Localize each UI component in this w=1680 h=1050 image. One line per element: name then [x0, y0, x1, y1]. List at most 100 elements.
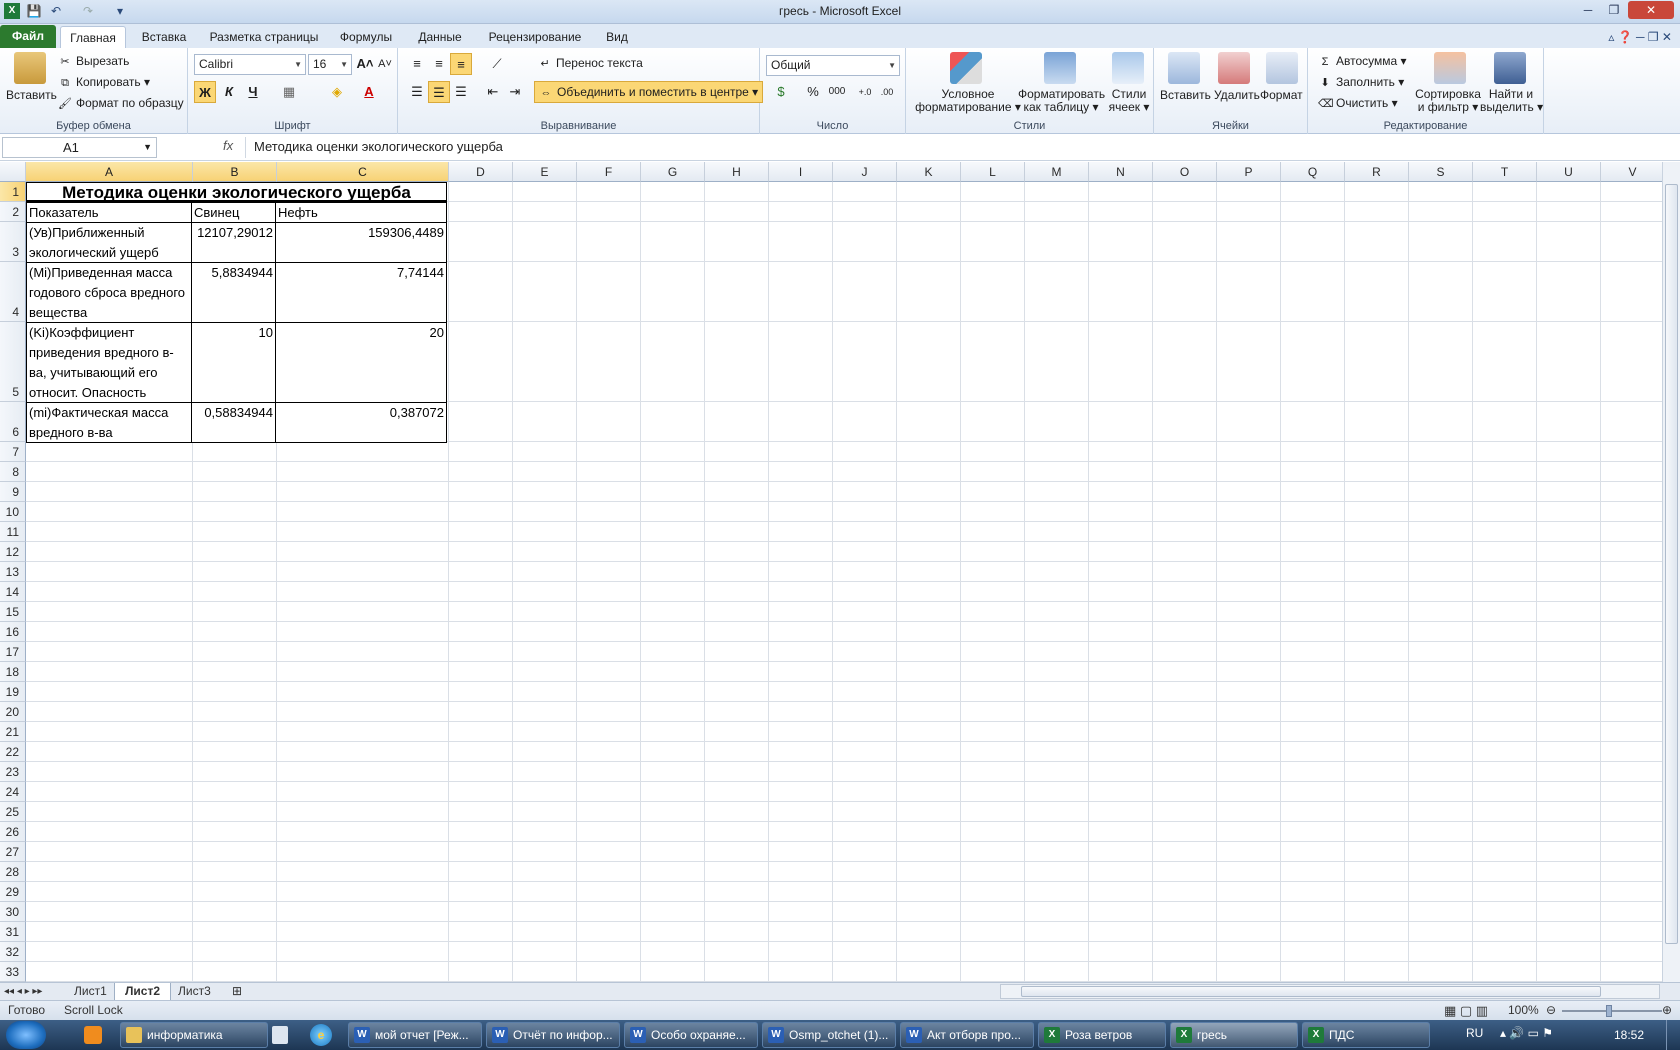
column-header[interactable]: C — [277, 162, 449, 182]
column-header[interactable]: R — [1345, 162, 1409, 182]
tab-file[interactable]: Файл — [0, 25, 56, 48]
row-header[interactable]: 23 — [0, 762, 26, 782]
insert-cells-icon[interactable] — [1168, 52, 1200, 84]
vertical-scroll-thumb[interactable] — [1665, 184, 1678, 944]
find-select-button[interactable]: Найти и выделить ▾ — [1480, 88, 1543, 114]
row-header[interactable]: 26 — [0, 822, 26, 842]
paste-icon[interactable] — [14, 52, 46, 84]
table-cell-oil[interactable]: 159306,4489 — [275, 222, 447, 263]
delete-cells-icon[interactable] — [1218, 52, 1250, 84]
column-header[interactable]: D — [449, 162, 513, 182]
show-desktop-button[interactable] — [1666, 1020, 1680, 1050]
autosum-button[interactable]: Σ Автосумма ▾ — [1318, 54, 1407, 69]
row-header[interactable]: 3 — [0, 222, 26, 262]
table-cell-oil[interactable]: 20 — [275, 322, 447, 403]
column-header[interactable]: H — [705, 162, 769, 182]
tab-insert[interactable]: Вставка — [134, 26, 194, 48]
taskbar-item-word[interactable]: Wмой отчет [Реж... — [348, 1022, 482, 1048]
cut-button[interactable]: ✂ Вырезать — [58, 54, 129, 69]
tab-review[interactable]: Рецензирование — [480, 26, 590, 48]
format-cells-button[interactable]: Формат — [1260, 88, 1303, 102]
underline-button[interactable]: Ч — [242, 81, 264, 103]
row-header[interactable]: 33 — [0, 962, 26, 982]
column-header[interactable]: I — [769, 162, 833, 182]
horizontal-scroll-thumb[interactable] — [1021, 986, 1601, 997]
insert-function-icon[interactable]: fx — [223, 138, 233, 153]
taskbar-item-word[interactable]: W Особо охраняе... — [624, 1022, 758, 1048]
taskbar-item-word[interactable]: W Акт отборв про... — [900, 1022, 1034, 1048]
table-cell-lead[interactable]: 5,8834944 — [191, 262, 276, 323]
row-header[interactable]: 30 — [0, 902, 26, 922]
column-header[interactable]: T — [1473, 162, 1537, 182]
column-header[interactable]: P — [1217, 162, 1281, 182]
zoom-level[interactable]: 100% — [1508, 1001, 1539, 1020]
zoom-out-icon[interactable]: ⊖ — [1546, 1001, 1556, 1020]
font-color-icon[interactable]: A — [358, 81, 380, 103]
column-header[interactable]: K — [897, 162, 961, 182]
tab-formulas[interactable]: Формулы — [334, 26, 398, 48]
table-row-label[interactable]: (Ув)Приближенный экологический ущерб — [26, 222, 192, 263]
borders-icon[interactable]: ▦ — [278, 81, 300, 103]
row-header[interactable]: 19 — [0, 682, 26, 702]
row-header[interactable]: 18 — [0, 662, 26, 682]
font-size-combo[interactable]: 16 ▼ — [308, 54, 352, 75]
insert-sheet-icon[interactable]: ⊞ — [228, 983, 246, 1001]
wrap-text-button[interactable]: ↵ Перенос текста — [538, 56, 642, 71]
row-header[interactable]: 32 — [0, 942, 26, 962]
title-cell[interactable]: Методика оценки экологического ущерба — [26, 182, 447, 202]
tab-view[interactable]: Вид — [598, 26, 636, 48]
percent-button[interactable]: % — [802, 81, 824, 103]
column-header[interactable]: F — [577, 162, 641, 182]
taskbar-item-excel-active[interactable]: Xгресь — [1170, 1022, 1298, 1048]
tab-data[interactable]: Данные — [410, 26, 470, 48]
sort-filter-button[interactable]: Сортировка и фильтр ▾ — [1408, 88, 1488, 114]
fill-button[interactable]: ⬇ Заполнить ▾ — [1318, 75, 1404, 90]
row-header[interactable]: 28 — [0, 862, 26, 882]
decrease-decimal-icon[interactable]: .00 — [876, 81, 898, 103]
column-header[interactable]: S — [1409, 162, 1473, 182]
taskbar-item-word[interactable]: W Отчёт по инфор... — [486, 1022, 620, 1048]
row-header[interactable]: 5 — [0, 322, 26, 402]
row-header[interactable]: 31 — [0, 922, 26, 942]
increase-decimal-icon[interactable]: +.0 — [854, 81, 876, 103]
language-indicator[interactable]: RU — [1466, 1026, 1483, 1040]
header-oil[interactable]: Нефть — [275, 202, 447, 223]
row-header[interactable]: 12 — [0, 542, 26, 562]
align-center-icon[interactable]: ☰ — [428, 81, 450, 103]
row-header[interactable]: 16 — [0, 622, 26, 642]
header-lead[interactable]: Свинец — [191, 202, 276, 223]
column-header[interactable]: A — [26, 162, 193, 182]
column-header[interactable]: J — [833, 162, 897, 182]
column-header[interactable]: B — [193, 162, 277, 182]
row-header[interactable]: 2 — [0, 202, 26, 222]
restore-button[interactable]: ❐ — [1602, 1, 1626, 19]
row-header[interactable]: 27 — [0, 842, 26, 862]
taskbar-item-excel[interactable]: X Роза ветров — [1038, 1022, 1166, 1048]
sheet-tab-3[interactable]: Лист3 — [168, 983, 221, 1001]
vertical-scrollbar[interactable] — [1662, 162, 1680, 982]
row-header[interactable]: 8 — [0, 462, 26, 482]
conditional-formatting-button[interactable]: Условное форматирование ▾ — [914, 88, 1022, 114]
row-header[interactable]: 9 — [0, 482, 26, 502]
row-header[interactable]: 6 — [0, 402, 26, 442]
table-cell-oil[interactable]: 7,74144 — [275, 262, 447, 323]
column-header[interactable]: M — [1025, 162, 1089, 182]
column-header[interactable]: E — [513, 162, 577, 182]
header-indicator[interactable]: Показатель — [26, 202, 192, 223]
cell-styles-icon[interactable] — [1112, 52, 1144, 84]
sheet-nav-arrows[interactable]: ◂◂ ◂ ▸ ▸▸ — [2, 983, 44, 1001]
align-middle-icon[interactable]: ≡ — [428, 53, 450, 75]
number-format-combo[interactable]: Общий ▼ — [766, 55, 900, 76]
start-button[interactable] — [6, 1021, 46, 1049]
align-bottom-icon[interactable]: ≡ — [450, 53, 472, 75]
shrink-font-icon[interactable]: A˅ — [374, 53, 396, 75]
row-header[interactable]: 15 — [0, 602, 26, 622]
tab-home[interactable]: Главная — [60, 26, 126, 48]
italic-button[interactable]: К — [218, 81, 240, 103]
taskbar-item-folder[interactable]: информатика — [120, 1022, 268, 1048]
copy-button[interactable]: ⧉ Копировать ▾ — [58, 75, 150, 90]
table-cell-lead[interactable]: 0,58834944 — [191, 402, 276, 443]
view-mode-icons[interactable]: ▦ ▢ ▥ — [1444, 1001, 1488, 1020]
bold-button[interactable]: Ж — [194, 81, 216, 103]
grow-font-icon[interactable]: A˄ — [354, 53, 376, 75]
